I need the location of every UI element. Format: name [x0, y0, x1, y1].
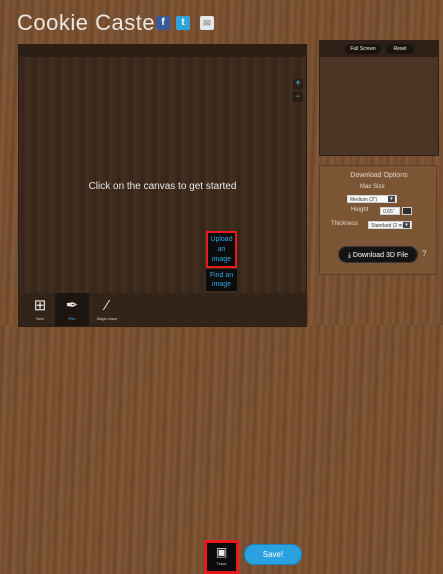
zoom-out-button[interactable]: -	[293, 92, 303, 102]
save-button[interactable]: Save!	[244, 544, 302, 565]
height-unit-button[interactable]	[402, 207, 412, 215]
thickness-label: Thickness	[331, 221, 359, 227]
size-select[interactable]: Medium (3") ▾	[347, 195, 397, 203]
magic-wand-icon: ⁄	[105, 297, 109, 314]
tool-label: New	[35, 316, 44, 321]
download-options-panel: Download Options Max Size Medium (3") ▾ …	[319, 165, 437, 275]
fullscreen-button[interactable]: Full Screen	[345, 44, 381, 54]
preview-toolbar: Full Screen Reset	[320, 41, 438, 57]
zoom-in-button[interactable]: +	[293, 79, 303, 89]
height-input[interactable]: 0.65"	[380, 207, 400, 215]
tool-label: Magic trace	[96, 316, 118, 321]
canvas-hint: Click on the canvas to get started	[88, 181, 237, 192]
height-input-value: 0.65"	[383, 209, 395, 215]
download-options-title: Download Options	[350, 172, 408, 179]
magic-trace-tool-button[interactable]: ⁄ Magic trace	[87, 293, 127, 326]
new-tool-button[interactable]: ⊞ New	[23, 293, 57, 326]
help-icon[interactable]: ?	[422, 249, 426, 258]
thickness-select[interactable]: Standard (2 mm) ▾	[368, 221, 412, 229]
trace-button[interactable]: ▣ Trace	[204, 540, 239, 574]
height-label: Height	[351, 207, 369, 213]
pen-nib-icon: ✒	[65, 297, 79, 314]
download-3d-file-button[interactable]: ⤓ Download 3D File	[338, 246, 418, 263]
plus-square-icon: ⊞	[33, 297, 47, 314]
find-image-button[interactable]: Find an image	[206, 269, 237, 291]
upload-image-button[interactable]: Upload an image	[206, 231, 237, 268]
canvas-top-bar	[19, 45, 306, 57]
image-icon: ▣	[215, 545, 228, 559]
pen-tool-button[interactable]: ✒ Pen	[55, 293, 89, 326]
max-size-label: Max Size	[360, 184, 385, 190]
size-select-value: Medium (3")	[350, 197, 378, 203]
header: Cookie Caster f t ✉	[0, 0, 443, 44]
email-icon[interactable]: ✉	[200, 16, 214, 30]
chevron-down-icon: ▾	[388, 196, 395, 202]
tool-label: Trace	[216, 561, 227, 566]
twitter-icon[interactable]: t	[176, 16, 190, 30]
reset-button[interactable]: Reset	[386, 44, 414, 54]
facebook-icon[interactable]: f	[156, 16, 170, 30]
app-logo[interactable]: Cookie Caster	[17, 10, 163, 36]
drawing-canvas[interactable]: + - Click on the canvas to get started U…	[18, 44, 307, 574]
3d-preview-panel[interactable]: Full Screen Reset	[319, 40, 439, 156]
chevron-down-icon: ▾	[403, 222, 410, 228]
tool-bar: ⊞ New ✒ Pen ⁄ Magic trace ▣ Trace Save!	[19, 293, 306, 574]
tool-label: Pen	[68, 316, 76, 321]
